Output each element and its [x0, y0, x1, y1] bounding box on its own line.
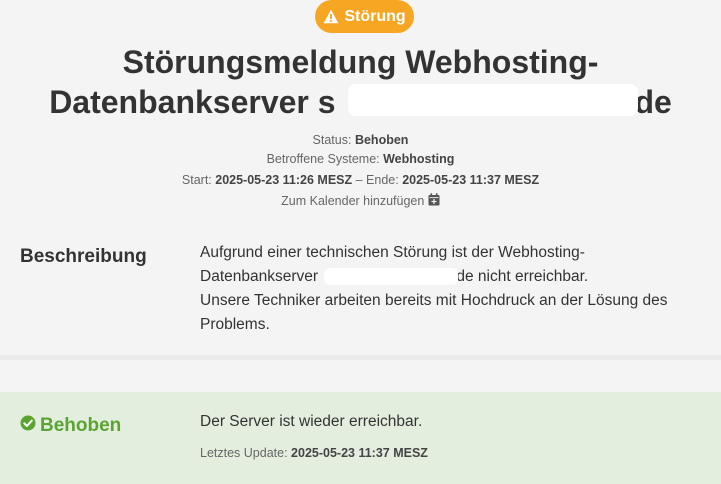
update-message: Der Server ist wieder erreichbar.	[200, 413, 423, 430]
status-badge[interactable]: Störung	[315, 0, 414, 33]
update-title-label: Behoben	[40, 415, 122, 436]
page-title-line2-prefix: Datenbankserver s	[49, 84, 336, 120]
end-label: – Ende:	[355, 173, 399, 187]
section-divider	[0, 355, 721, 360]
add-to-calendar-label: Zum Kalender hinzufügen	[281, 194, 425, 208]
status-line: Status: Behoben	[0, 133, 721, 147]
description-title: Beschreibung	[20, 246, 147, 267]
description-line3: Unsere Techniker arbeiten bereits mit Ho…	[200, 292, 668, 309]
last-update-line: Letztes Update: 2025-05-23 11:37 MESZ	[200, 446, 428, 460]
end-value: 2025-05-23 11:37 MESZ	[402, 173, 540, 187]
page-title-line1: Störungsmeldung Webhosting-	[122, 44, 599, 80]
status-label: Status:	[312, 133, 352, 147]
description-line4: Problems.	[200, 316, 270, 333]
description-line2-suffix: .de nicht erreichbar.	[452, 268, 589, 285]
last-update-label: Letztes Update:	[200, 446, 288, 460]
last-update-value: 2025-05-23 11:37 MESZ	[291, 446, 428, 460]
description-line2-prefix: Datenbankserver	[200, 268, 319, 285]
affected-systems-line: Betroffene Systeme: Webhosting	[0, 152, 721, 166]
start-label: Start:	[181, 173, 212, 187]
description-line1: Aufgrund einer technischen Störung ist d…	[200, 244, 585, 261]
time-range-line: Start: 2025-05-23 11:26 MESZ – Ende: 202…	[0, 173, 721, 187]
calendar-plus-icon	[428, 193, 440, 209]
redaction-title	[348, 84, 638, 116]
warning-triangle-icon	[323, 9, 339, 24]
calendar-line: Zum Kalender hinzufügen	[0, 193, 721, 209]
check-circle-icon	[20, 415, 36, 437]
systems-value: Webhosting	[383, 152, 455, 166]
description-text: Aufgrund einer technischen Störung ist d…	[200, 241, 700, 337]
status-value: Behoben	[354, 133, 409, 147]
start-value: 2025-05-23 11:26 MESZ	[215, 173, 353, 187]
update-title: Behoben	[20, 415, 121, 437]
systems-label: Betroffene Systeme:	[266, 152, 380, 166]
status-badge-label: Störung	[344, 7, 406, 25]
update-panel	[0, 392, 721, 484]
add-to-calendar-link[interactable]: Zum Kalender hinzufügen	[281, 193, 440, 209]
redaction-description	[324, 268, 458, 285]
